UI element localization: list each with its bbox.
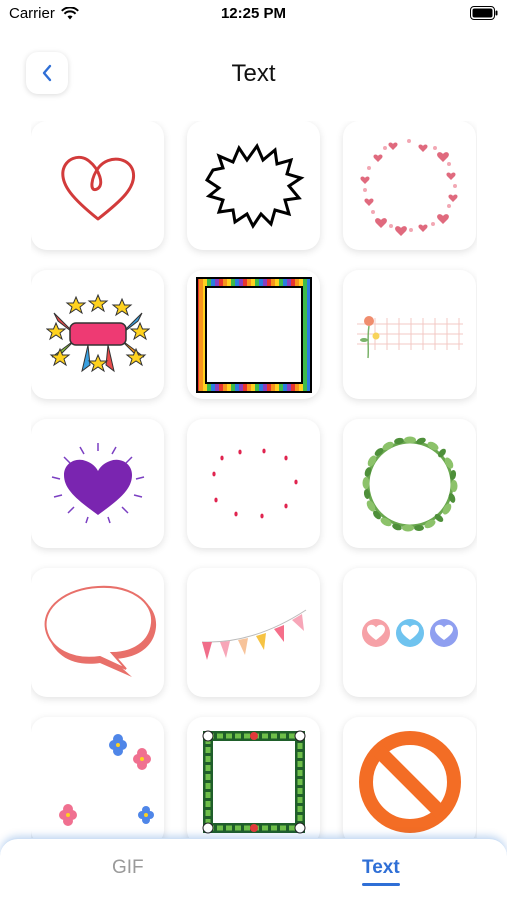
sticker-tile-rainbow-frame[interactable] [187, 270, 320, 399]
active-tab-indicator [362, 883, 400, 886]
sticker-tile-prohibition[interactable] [343, 717, 476, 841]
speech-bubble-icon [44, 585, 156, 677]
tab-gif-label: GIF [112, 857, 144, 878]
burst-frame-icon [204, 142, 305, 229]
heart-bubbles-icon [361, 618, 458, 647]
sticker-tile-heart-bubbles[interactable] [343, 568, 476, 697]
battery-icon [470, 6, 498, 20]
sticker-tile-flower-grid[interactable] [343, 270, 476, 399]
stars-banner-icon [45, 293, 150, 372]
sticker-tile-flowers-corner[interactable] [31, 717, 164, 841]
tab-gif[interactable]: GIF [112, 857, 144, 879]
sticker-grid [31, 121, 477, 841]
flowers-corner-icon [58, 733, 154, 826]
tab-text-label: Text [362, 857, 400, 878]
heart-ring-icon [359, 138, 458, 236]
bottom-tab-bar: GIF Text [0, 838, 507, 901]
flower-grid-icon [356, 315, 463, 358]
leaf-wreath-icon [362, 436, 457, 531]
status-bar: Carrier 12:25 PM [0, 0, 507, 30]
sticker-tile-purple-heart[interactable] [31, 419, 164, 548]
floral-frame-icon [202, 730, 305, 833]
sticker-tile-heart-outline[interactable] [31, 121, 164, 250]
prohibition-icon [358, 730, 461, 833]
sticker-tile-stars-banner[interactable] [31, 270, 164, 399]
nav-header: Text [0, 50, 507, 96]
sticker-tile-heart-ring[interactable] [343, 121, 476, 250]
sticker-tile-burst-frame[interactable] [187, 121, 320, 250]
rainbow-frame-icon [195, 276, 312, 393]
sticker-tile-dot-circle[interactable] [187, 419, 320, 548]
heart-outline-icon [60, 155, 135, 220]
clock: 12:25 PM [220, 5, 287, 22]
sticker-tile-bunting[interactable] [187, 568, 320, 697]
sticker-tile-leaf-wreath[interactable] [343, 419, 476, 548]
purple-heart-icon [51, 442, 144, 523]
tab-text[interactable]: Text [362, 857, 400, 886]
sticker-tile-speech-bubble[interactable] [31, 568, 164, 697]
page-title: Text [231, 60, 276, 87]
dot-circle-icon [211, 448, 298, 518]
bunting-icon [201, 609, 306, 660]
sticker-tile-floral-frame[interactable] [187, 717, 320, 841]
